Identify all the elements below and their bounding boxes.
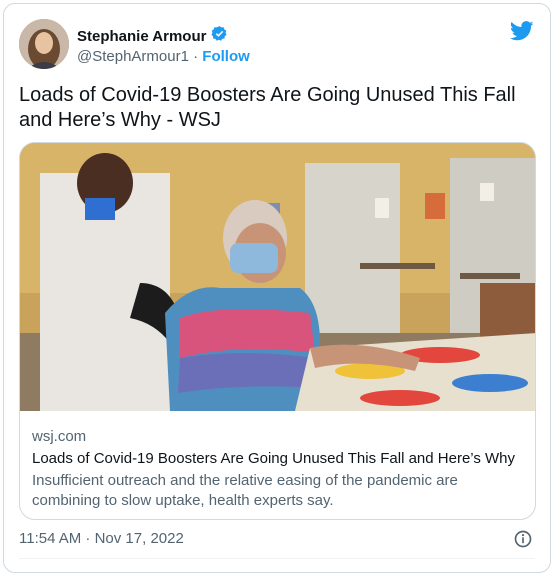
link-preview-card[interactable]: wsj.com Loads of Covid-19 Boosters Are G… [19,142,536,520]
author-name[interactable]: Stephanie Armour [77,28,206,45]
tweet-timestamp[interactable]: 11:54 AM · Nov 17, 2022 [19,530,184,547]
author-name-row[interactable]: Stephanie Armour [77,25,228,47]
divider [19,558,535,559]
info-icon[interactable] [513,529,533,554]
avatar[interactable] [19,19,69,69]
twitter-bird-icon[interactable] [509,21,534,46]
handle-separator: · [193,48,199,65]
tweet-text: Loads of Covid-19 Boosters Are Going Unu… [19,84,516,131]
card-title[interactable]: Loads of Covid-19 Boosters Are Going Unu… [32,449,527,469]
author-handle[interactable]: @StephArmour1 [77,48,189,65]
tweet-card[interactable]: Stephanie Armour @StephArmour1 · Follow … [3,3,551,573]
card-domain: wsj.com [32,428,87,445]
author-handle-row: @StephArmour1 · Follow [77,48,250,65]
verified-badge-icon [211,25,228,47]
card-meta[interactable]: wsj.com Loads of Covid-19 Boosters Are G… [32,427,527,511]
follow-button[interactable]: Follow [202,48,250,65]
card-description: Insufficient outreach and the relative e… [32,472,458,509]
card-image[interactable] [20,143,535,411]
